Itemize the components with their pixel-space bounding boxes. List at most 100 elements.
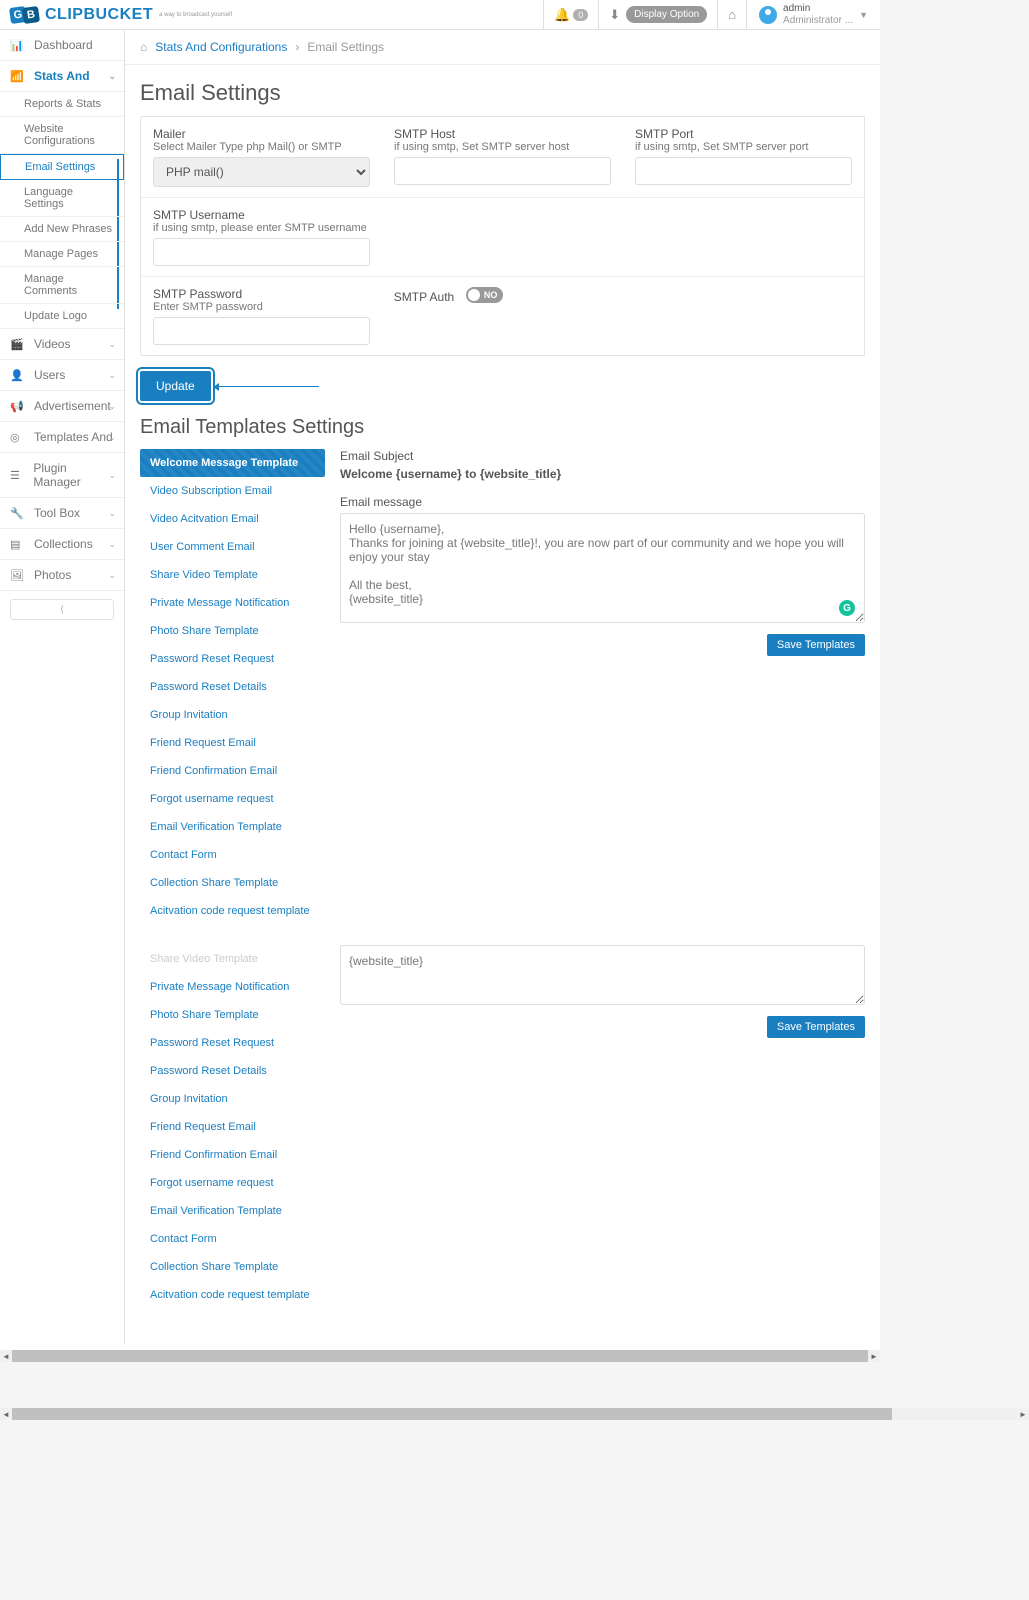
scroll-left-icon[interactable]: ◄ [0,1350,12,1362]
sub-website-config[interactable]: Website Configurations [0,117,124,154]
user-icon: 👤 [10,369,26,382]
template-item[interactable]: Friend Confirmation Email [140,1141,325,1169]
sub-language-settings[interactable]: Language Settings [0,180,124,217]
target-icon: ◎ [10,431,26,444]
home-button[interactable]: ⌂ [717,0,746,29]
mailer-select[interactable]: PHP mail() [153,157,370,187]
template-item[interactable]: Collection Share Template [140,869,325,897]
template-item[interactable]: Friend Request Email [140,729,325,757]
sub-email-settings[interactable]: ◇ Email Settings [0,154,124,180]
highlight-arrow [219,386,319,387]
templates-title: Email Templates Settings [140,416,865,439]
template-item[interactable]: Acitvation code request template [140,1281,325,1309]
breadcrumb: ⌂ Stats And Configurations › Email Setti… [125,30,880,65]
template-item[interactable]: Video Acitvation Email [140,505,325,533]
wrench-icon: 🔧 [10,507,26,520]
chevron-down-icon: ⌄ [108,71,116,82]
smtp-user-input[interactable] [153,238,370,266]
nav-videos[interactable]: 🎬Videos⌄ [0,329,124,360]
template-item[interactable]: Private Message Notification [140,973,325,1001]
save-templates-button[interactable]: Save Templates [767,634,865,656]
chevron-down-icon: ⌄ [108,339,116,350]
smtp-auth-label: SMTP Auth [394,290,454,304]
template-item[interactable]: Contact Form [140,841,325,869]
template-item[interactable]: Password Reset Request [140,1029,325,1057]
nav-stats[interactable]: 📶 Stats And ⌄ [0,61,124,92]
user-name: admin [783,3,853,15]
template-item[interactable]: Password Reset Request [140,645,325,673]
smtp-port-input[interactable] [635,157,852,185]
page-title: Email Settings [140,80,865,106]
chevron-down-icon: ⌄ [108,401,116,412]
template-item[interactable]: Private Message Notification [140,589,325,617]
inner-scrollbar[interactable]: ◄ ► [0,1350,880,1362]
sub-manage-comments[interactable]: Manage Comments [0,267,124,304]
save-templates-button-2[interactable]: Save Templates [767,1016,865,1038]
template-item[interactable]: User Comment Email [140,533,325,561]
sub-add-phrases[interactable]: Add New Phrases [0,217,124,242]
download-button[interactable]: ⬇ Display Option [598,0,717,29]
smtp-auth-toggle[interactable]: NO [466,287,504,303]
email-message-textarea-2[interactable] [340,945,865,1005]
grammarly-icon[interactable]: G [839,600,855,616]
notifications-button[interactable]: 🔔 0 [543,0,598,29]
update-button[interactable]: Update [140,371,211,401]
breadcrumb-root[interactable]: Stats And Configurations [155,40,287,54]
outer-scrollbar[interactable]: ◄ ► [0,1408,1029,1420]
topbar: GB CLIPBUCKET a way to broadcast yoursel… [0,0,880,30]
template-item[interactable]: Welcome Message Template [140,449,325,477]
sidebar-collapse-button[interactable]: ⟨ [10,599,114,620]
template-item[interactable]: Friend Confirmation Email [140,757,325,785]
template-item[interactable]: Group Invitation [140,701,325,729]
email-subject-value: Welcome {username} to {website_title} [340,467,865,481]
template-item[interactable]: Password Reset Details [140,1057,325,1085]
list-icon: ☰ [10,469,25,482]
photo-icon: 🖼 [10,569,26,582]
sub-update-logo[interactable]: Update Logo [0,304,124,329]
template-item[interactable]: Photo Share Template [140,1001,325,1029]
nav-collections[interactable]: ▤Collections⌄ [0,529,124,560]
download-icon: ⬇ [609,7,620,23]
template-item[interactable]: Email Verification Template [140,1197,325,1225]
smtp-pass-input[interactable] [153,317,370,345]
template-item[interactable]: Photo Share Template [140,617,325,645]
template-item[interactable]: Email Verification Template [140,813,325,841]
template-item[interactable]: Acitvation code request template [140,897,325,925]
template-item[interactable]: Forgot username request [140,785,325,813]
nav-toolbox[interactable]: 🔧Tool Box⌄ [0,498,124,529]
nav-dashboard[interactable]: 📊 Dashboard [0,30,124,61]
template-item[interactable]: Contact Form [140,1225,325,1253]
breadcrumb-current: Email Settings [307,40,384,54]
chevron-down-icon: ⌄ [108,570,116,581]
template-item[interactable]: Password Reset Details [140,673,325,701]
template-item[interactable]: Friend Request Email [140,1113,325,1141]
scroll-left-icon[interactable]: ◄ [0,1408,12,1420]
nav-advertisement[interactable]: 📢Advertisement⌄ [0,391,124,422]
scroll-right-icon[interactable]: ► [868,1350,880,1362]
logo[interactable]: GB CLIPBUCKET a way to broadcast yoursel… [10,6,232,24]
nav-templates[interactable]: ◎Templates And⌄ [0,422,124,453]
template-item[interactable]: Group Invitation [140,1085,325,1113]
chevron-down-icon: ⌄ [108,370,116,381]
template-item[interactable]: Share Video Template [140,561,325,589]
logo-tagline: a way to broadcast yourself [159,12,232,18]
smtp-host-input[interactable] [394,157,611,185]
user-menu[interactable]: admin Administrator ... ▼ [746,0,880,29]
nav-photos[interactable]: 🖼Photos⌄ [0,560,124,591]
template-item[interactable]: Share Video Template [140,945,325,973]
home-icon[interactable]: ⌂ [140,40,147,54]
scroll-right-icon[interactable]: ► [1017,1408,1029,1420]
sub-reports-stats[interactable]: Reports & Stats [0,92,124,117]
template-item[interactable]: Forgot username request [140,1169,325,1197]
folder-icon: ▤ [10,538,26,551]
nav-users[interactable]: 👤Users⌄ [0,360,124,391]
smtp-user-hint: if using smtp, please enter SMTP usernam… [153,222,370,234]
template-item[interactable]: Video Subscription Email [140,477,325,505]
email-message-textarea[interactable] [340,513,865,623]
smtp-port-label: SMTP Port [635,127,852,141]
nav-label: Stats And [34,69,90,83]
sub-manage-pages[interactable]: Manage Pages [0,242,124,267]
nav-plugin-manager[interactable]: ☰Plugin Manager⌄ [0,453,124,498]
template-item[interactable]: Collection Share Template [140,1253,325,1281]
display-option-badge: Display Option [626,6,707,23]
